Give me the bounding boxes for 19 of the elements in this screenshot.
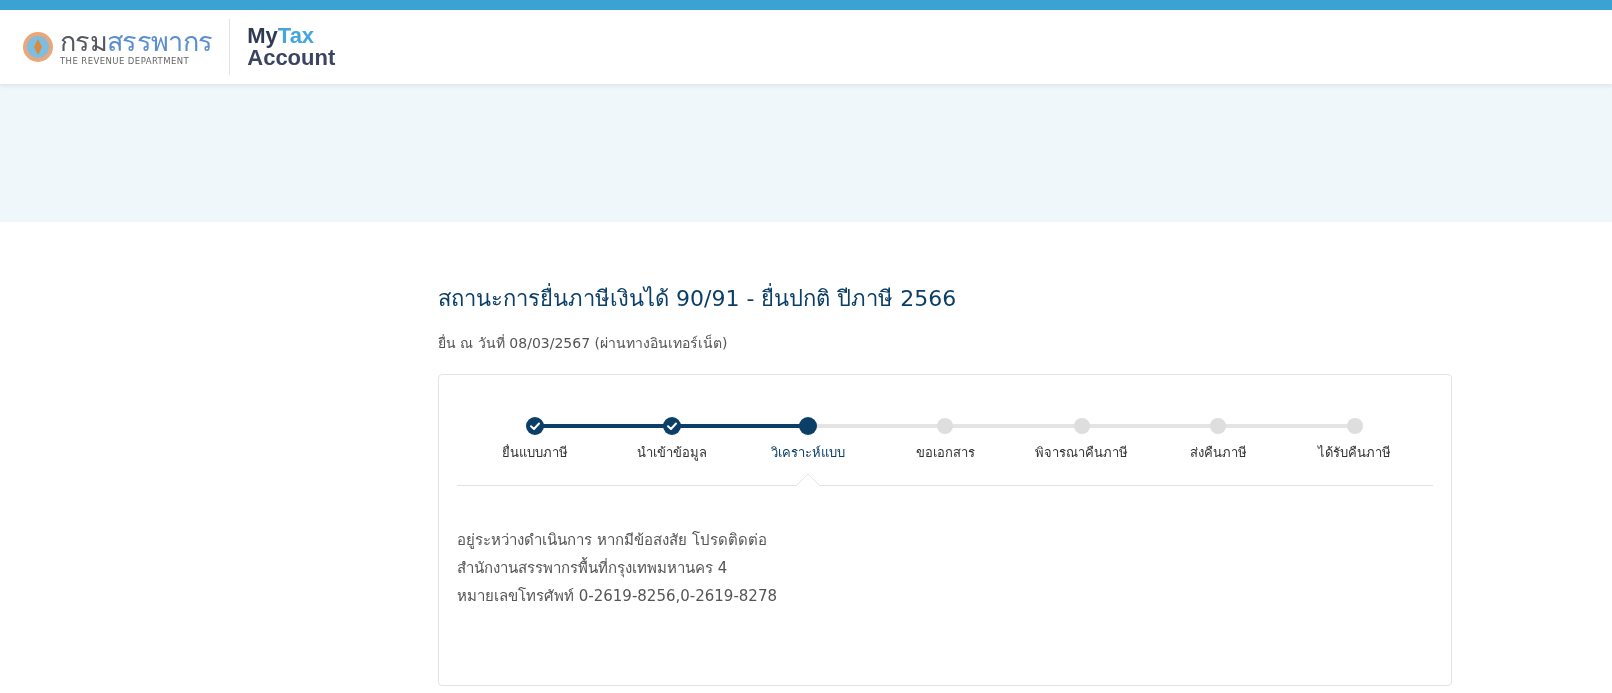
status-title: สถานะการยื่นภาษีเงินได้ 90/91 - ยื่นปกติ ปีภาษี 2566 [438,282,1452,315]
filed-note: ยื่น ณ วันที่ 08/03/2567 (ผ่านทางอินเทอร์เน็ต) [438,333,729,353]
status-message-line: สำนักงานสรรพากรพื้นที่กรุงเทพมหานคร 4 [457,556,729,580]
emblem-icon [22,31,54,63]
status-message-line: อยู่ระหว่างดำเนินการ หากมีข้อสงสัย โปรดติดต่อ [457,529,768,551]
step-label[interactable]: พิจารณาคืนภาษี [1035,443,1129,463]
org-subtitle: THE REVENUE DEPARTMENT [60,57,191,66]
status-message-line: หมายเลขโทรศัพท์ 0-2619-8256,0-2619-8278 [457,585,778,607]
org-name-second: สรรพากร [107,28,213,57]
step-label[interactable]: นำเข้าข้อมูล [636,443,707,463]
step-label[interactable]: ส่งคืนภาษี [1189,443,1247,463]
step-label[interactable]: ขอเอกสาร [915,443,975,463]
app-name-first: My [247,25,278,47]
app-name-second: Tax [277,25,315,47]
app-name-third: Account [247,47,336,69]
step-label[interactable]: ยื่นแบบภาษี [502,443,569,463]
step-label[interactable]: ได้รับคืนภาษี [1318,443,1392,463]
step-label[interactable]: วิเคราะห์แบบ [771,443,846,463]
org-name-first: กรม [60,28,107,57]
